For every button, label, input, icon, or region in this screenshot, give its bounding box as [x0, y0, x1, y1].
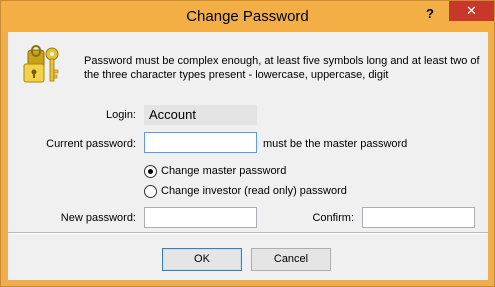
current-password-label: Current password: [46, 138, 136, 150]
confirm-password-input[interactable] [362, 207, 475, 228]
radio-investor-indicator[interactable] [144, 184, 157, 198]
close-button[interactable]: ✕ [449, 1, 494, 21]
separator [8, 232, 488, 234]
radio-change-master[interactable]: Change master password [144, 163, 286, 179]
dialog-body: Password must be complex enough, at leas… [8, 32, 488, 280]
current-password-note: must be the master password [263, 138, 408, 150]
keys-lock-icon [23, 45, 59, 83]
new-password-input[interactable] [144, 207, 257, 228]
login-label: Login: [106, 109, 136, 121]
current-password-input[interactable] [144, 132, 257, 153]
cancel-button[interactable]: Cancel [251, 248, 331, 271]
confirm-label: Confirm: [312, 212, 354, 224]
help-button[interactable]: ? [415, 4, 445, 24]
new-password-label: New password: [60, 212, 136, 224]
login-value: Account [144, 105, 257, 125]
radio-change-investor[interactable]: Change investor (read only) password [144, 183, 347, 199]
change-password-dialog: Change Password ? ✕ Password must be com… [0, 0, 495, 287]
password-requirements-text: Password must be complex enough, at leas… [84, 55, 480, 81]
radio-investor-label: Change investor (read only) password [161, 185, 347, 197]
title-bar[interactable]: Change Password ? ✕ [1, 1, 494, 32]
radio-master-indicator[interactable] [144, 164, 157, 178]
ok-button[interactable]: OK [162, 248, 242, 271]
radio-master-label: Change master password [161, 165, 287, 177]
